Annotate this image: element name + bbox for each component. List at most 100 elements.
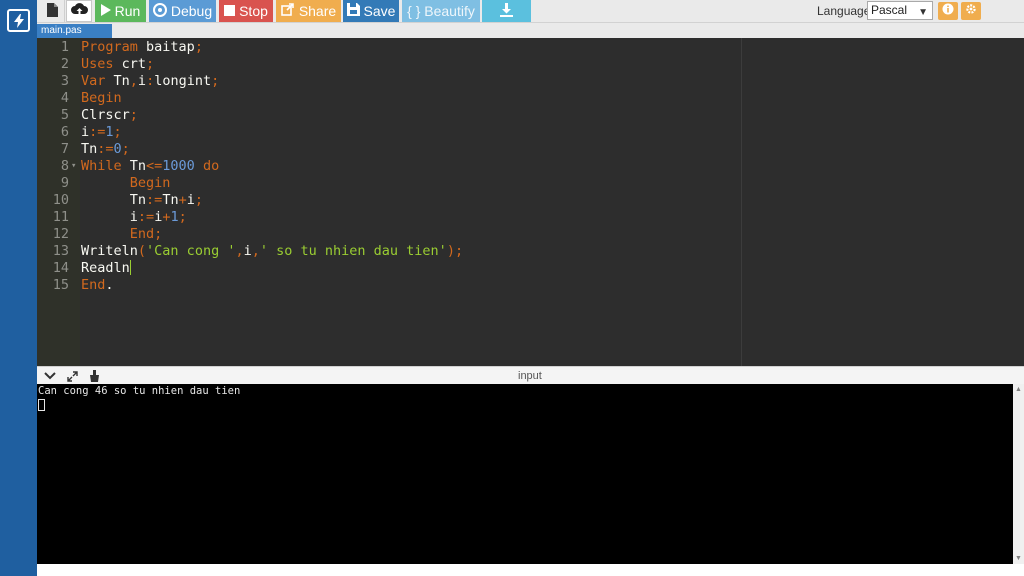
keyword-token: End <box>81 277 106 293</box>
operator-token: := <box>146 192 163 208</box>
gear-icon <box>965 2 977 20</box>
indent-token <box>81 209 130 225</box>
punct-token: , <box>251 243 260 259</box>
cloud-upload-icon <box>70 2 88 20</box>
footer-strip <box>37 564 1024 576</box>
keyword-token: Program <box>81 39 138 55</box>
code-editor[interactable]: 1 Program baitap; 2 Uses crt; 3 Var Tn,i… <box>37 38 1024 366</box>
type-token: longint <box>154 73 212 89</box>
operator-token: <= <box>146 158 163 174</box>
punct-token: ; <box>194 39 203 55</box>
file-tab-strip: main.pas <box>37 23 1024 38</box>
lightning-logo-icon[interactable] <box>7 9 30 32</box>
keyword-token: Begin <box>129 175 171 191</box>
broom-clear-icon[interactable] <box>87 370 101 382</box>
code-line: 7 Tn:=0; <box>37 141 1024 158</box>
code-line: 2 Uses crt; <box>37 56 1024 73</box>
stop-button[interactable]: Stop <box>219 0 273 22</box>
scroll-up-arrow-icon[interactable]: ▲ <box>1015 386 1022 393</box>
toolbar: Run Debug Stop Share Save {} Beautify L… <box>37 0 1024 23</box>
share-label: Share <box>298 3 337 19</box>
punct-token: , <box>129 73 138 89</box>
identifier-token: Tn <box>105 73 130 89</box>
line-number: 9 <box>60 175 69 191</box>
beautify-label: { } Beautify <box>407 3 475 19</box>
fold-arrow-icon[interactable]: ▾ <box>71 158 76 175</box>
code-text: i:=i+1; <box>81 209 187 226</box>
identifier-token: i <box>186 192 195 208</box>
line-number: 8 <box>60 158 69 174</box>
save-label: Save <box>363 3 396 19</box>
download-button[interactable] <box>482 0 531 22</box>
upload-button[interactable] <box>66 0 92 22</box>
code-line: 1 Program baitap; <box>37 39 1024 56</box>
left-sidebar <box>0 0 37 576</box>
share-icon <box>281 3 295 19</box>
identifier-token: i <box>129 209 138 225</box>
floppy-disk-icon <box>346 3 360 19</box>
indent-token <box>81 226 130 242</box>
number-token: 1000 <box>162 158 195 174</box>
punct-token: ; <box>154 226 163 242</box>
identifier-token: i <box>243 243 252 259</box>
language-selected-value: Pascal <box>871 3 908 17</box>
keyword-token: While <box>81 158 122 174</box>
stop-icon <box>224 3 236 19</box>
keyword-token: do <box>194 158 220 174</box>
indent-token <box>81 175 130 191</box>
file-icon <box>47 2 58 20</box>
info-icon <box>942 2 954 20</box>
operator-token: := <box>89 124 106 140</box>
language-label: Language <box>817 4 871 18</box>
save-button[interactable]: Save <box>343 0 399 22</box>
settings-button[interactable] <box>961 2 981 20</box>
keyword-token: Var <box>81 73 106 89</box>
code-line: 15 End. <box>37 277 1024 294</box>
code-text: While Tn<=1000 do <box>81 158 219 175</box>
file-tab-main-pas[interactable]: main.pas <box>37 24 112 38</box>
code-text: Tn:=Tn+i; <box>81 192 203 209</box>
number-token: 1 <box>105 124 114 140</box>
operator-token: := <box>137 209 155 225</box>
identifier-token: Readln <box>81 260 130 276</box>
console-line: Can cong 46 so tu nhien dau tien <box>38 385 241 397</box>
new-file-button[interactable] <box>41 0 65 22</box>
chevron-down-icon[interactable] <box>43 370 57 382</box>
code-text: Var Tn,i:longint; <box>81 73 219 90</box>
line-number: 13 <box>52 243 69 259</box>
console-cursor <box>38 399 45 411</box>
language-select[interactable]: Pascal ▼ <box>867 1 933 20</box>
code-text: Tn:=0; <box>81 141 130 158</box>
online-gdb-ide: Run Debug Stop Share Save {} Beautify L… <box>0 0 1024 576</box>
code-text: End; <box>81 226 163 243</box>
code-line: 5 Clrscr; <box>37 107 1024 124</box>
line-number: 5 <box>60 107 69 123</box>
line-number: 4 <box>60 90 69 106</box>
console-output[interactable]: Can cong 46 so tu nhien dau tien <box>37 384 1013 564</box>
keyword-token: End <box>129 226 155 242</box>
output-panel-title: input <box>518 370 542 382</box>
line-number: 7 <box>60 141 69 157</box>
scroll-down-arrow-icon[interactable]: ▼ <box>1015 555 1022 562</box>
run-button[interactable]: Run <box>95 0 146 22</box>
beautify-button[interactable]: { } Beautify <box>402 0 480 22</box>
share-button[interactable]: Share <box>276 0 341 22</box>
debug-label: Debug <box>170 3 213 19</box>
code-line: 14 Readln <box>37 260 1024 277</box>
console-scrollbar[interactable]: ▲ ▼ <box>1013 384 1024 564</box>
keyword-token: Uses <box>81 56 114 72</box>
info-button[interactable] <box>938 2 958 20</box>
code-text: End. <box>81 277 114 294</box>
code-line: 13 Writeln('Can cong ',i,' so tu nhien d… <box>37 243 1024 260</box>
string-token: 'Can cong ' <box>146 243 236 259</box>
punct-token: ; <box>113 124 122 140</box>
punct-token: ; <box>129 107 138 123</box>
punct-token: ( <box>137 243 147 259</box>
punct-token: ; <box>211 73 220 89</box>
code-line: 9 Begin <box>37 175 1024 192</box>
expand-icon[interactable] <box>65 370 79 382</box>
debug-button[interactable]: Debug <box>149 0 216 22</box>
debug-icon <box>152 2 167 20</box>
code-line: 6 i:=1; <box>37 124 1024 141</box>
punct-token: ; <box>146 56 155 72</box>
